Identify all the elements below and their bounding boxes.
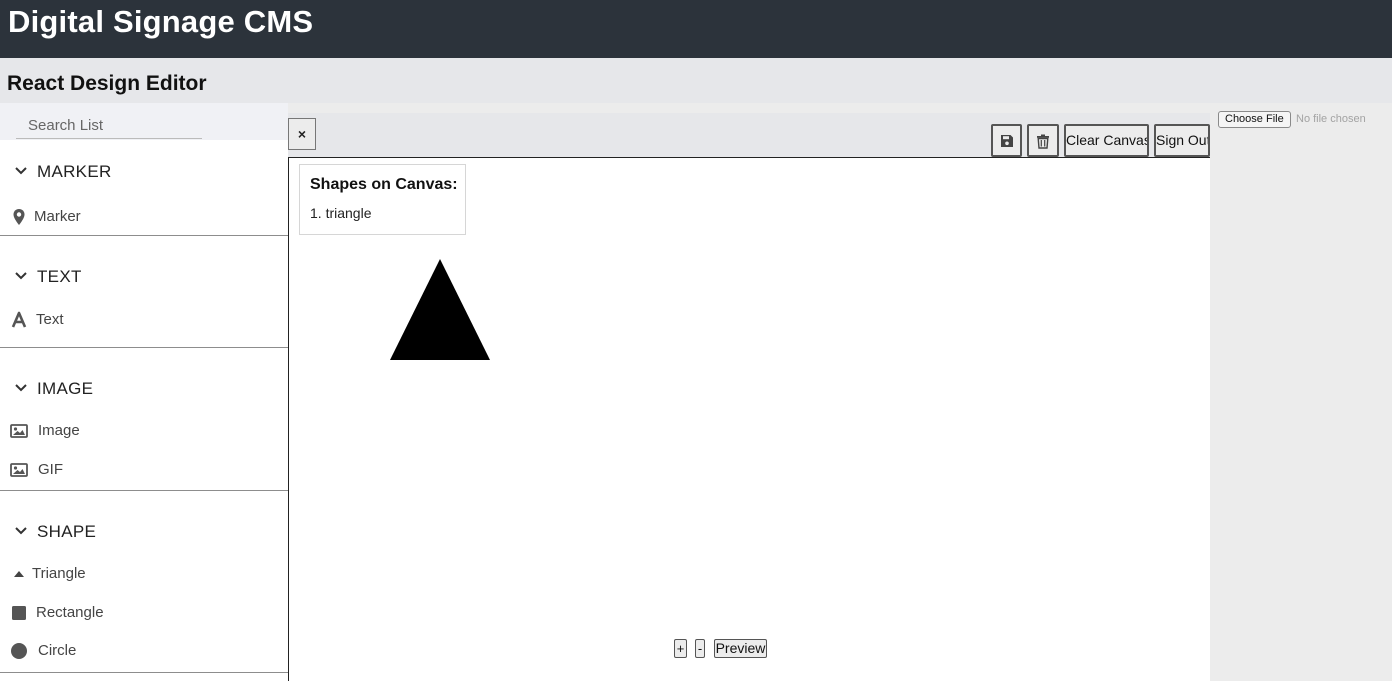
sidebar-item-gif[interactable]: GIF: [0, 453, 288, 487]
chevron-down-icon: [15, 272, 27, 280]
sidebar-item-label: Rectangle: [36, 604, 104, 621]
sidebar-item-triangle[interactable]: Triangle: [0, 557, 288, 591]
preview-button[interactable]: Preview: [714, 639, 767, 658]
letter-a-icon: [11, 311, 27, 328]
sign-out-button[interactable]: Sign Out: [1154, 124, 1210, 157]
group-marker: MARKER Marker: [0, 140, 288, 236]
save-icon: [1000, 135, 1013, 147]
map-pin-icon: [13, 209, 25, 225]
page-title: React Design Editor: [7, 72, 207, 95]
trash-icon: [1037, 134, 1049, 149]
group-title-image: IMAGE: [37, 379, 94, 398]
close-button[interactable]: ×: [288, 118, 316, 150]
group-header-image[interactable]: IMAGE: [0, 369, 288, 409]
circle-icon: [11, 643, 27, 659]
design-canvas[interactable]: Shapes on Canvas: 1. triangle + - Previe…: [288, 157, 1210, 681]
sidebar-item-label: GIF: [38, 461, 63, 478]
sidebar-item-label: Text: [36, 311, 64, 328]
sidebar-item-rectangle[interactable]: Rectangle: [0, 596, 288, 630]
zoom-in-button[interactable]: +: [674, 639, 687, 658]
search-bar: [0, 103, 288, 140]
clear-canvas-button[interactable]: Clear Canvas: [1064, 124, 1149, 157]
sidebar-item-label: Triangle: [32, 565, 86, 582]
chevron-down-icon: [15, 527, 27, 535]
group-text: TEXT Text: [0, 236, 288, 348]
sub-header: React Design Editor: [0, 58, 1392, 103]
choose-file-button[interactable]: Choose File: [1218, 111, 1291, 128]
shapes-list-panel: Shapes on Canvas: 1. triangle: [299, 164, 466, 235]
app-header: Digital Signage CMS: [0, 0, 1392, 58]
sidebar-item-marker[interactable]: Marker: [0, 200, 288, 234]
shapes-list-item: 1. triangle: [310, 205, 372, 221]
canvas-triangle-shape[interactable]: [390, 259, 490, 360]
shapes-list-title: Shapes on Canvas:: [310, 176, 458, 193]
file-input: Choose File No file chosen: [1218, 111, 1388, 131]
sidebar-item-label: Marker: [34, 208, 81, 225]
group-shape: SHAPE Triangle Rectangle Circle: [0, 491, 288, 673]
delete-button[interactable]: [1027, 124, 1059, 157]
group-title-text: TEXT: [37, 267, 82, 286]
triangle-icon: [14, 571, 24, 577]
sidebar: MARKER Marker TEXT Text IMAGE Image GIF: [0, 103, 288, 681]
image-icon: [10, 424, 28, 438]
group-header-marker[interactable]: MARKER: [0, 152, 288, 192]
editor-area: × Clear Canvas Sign Out Shapes on Canvas…: [288, 113, 1210, 681]
chevron-down-icon: [15, 167, 27, 175]
save-button[interactable]: [991, 124, 1022, 157]
image-icon: [10, 463, 28, 477]
square-icon: [12, 606, 26, 620]
editor-toolbar: × Clear Canvas Sign Out: [288, 113, 1210, 158]
group-image: IMAGE Image GIF: [0, 348, 288, 491]
app-title: Digital Signage CMS: [8, 4, 314, 39]
sidebar-item-circle[interactable]: Circle: [0, 634, 288, 668]
file-status-text: No file chosen: [1296, 113, 1366, 125]
sidebar-item-image[interactable]: Image: [0, 414, 288, 448]
group-title-shape: SHAPE: [37, 522, 97, 541]
zoom-out-button[interactable]: -: [695, 639, 705, 658]
group-header-shape[interactable]: SHAPE: [0, 512, 288, 552]
sidebar-item-label: Image: [38, 422, 80, 439]
sidebar-item-text[interactable]: Text: [0, 303, 288, 337]
group-header-text[interactable]: TEXT: [0, 257, 288, 297]
group-title-marker: MARKER: [37, 162, 112, 181]
sidebar-item-label: Circle: [38, 642, 77, 659]
chevron-down-icon: [15, 384, 27, 392]
search-input[interactable]: [16, 113, 202, 139]
